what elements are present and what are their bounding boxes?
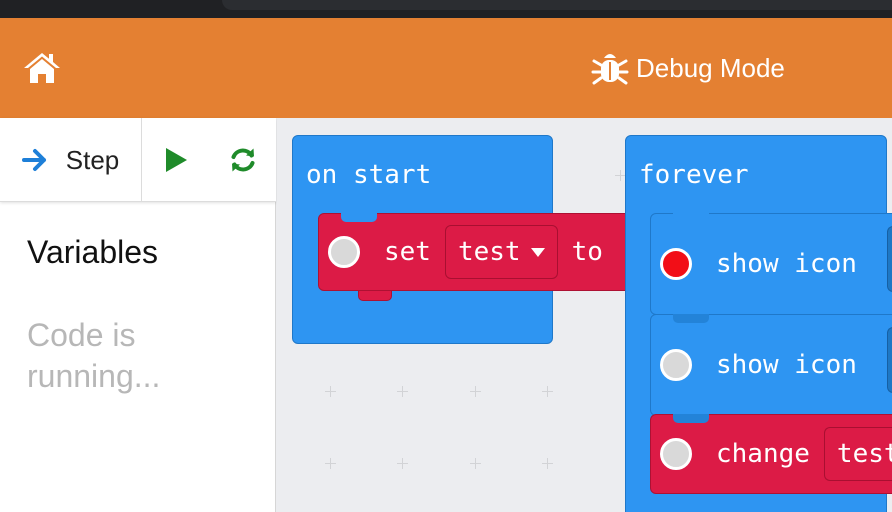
running-status: Code is running... — [27, 317, 161, 394]
browser-tab-edge — [222, 0, 892, 10]
arrow-right-icon — [21, 149, 46, 171]
grid-mark — [470, 386, 481, 397]
grid-mark — [397, 386, 408, 397]
browser-top-strip — [0, 0, 892, 18]
bug-icon — [590, 48, 630, 88]
grid-mark — [470, 458, 481, 469]
home-icon — [24, 53, 60, 83]
debugger-toolbar: Step — [0, 118, 276, 202]
breakpoint-toggle[interactable] — [328, 236, 360, 268]
variable-dropdown[interactable]: test — [823, 427, 892, 481]
change-variable-block[interactable]: change test — [650, 414, 892, 494]
show-icon-block[interactable]: show icon — [650, 314, 892, 416]
breakpoint-toggle[interactable] — [660, 349, 692, 381]
show-icon-label: show icon — [716, 350, 857, 380]
show-icon-label: show icon — [716, 249, 857, 279]
breakpoint-toggle-active[interactable] — [660, 248, 692, 280]
restart-button[interactable] — [209, 118, 276, 202]
refresh-icon — [231, 148, 254, 172]
forever-label: forever — [639, 160, 749, 190]
debug-mode-label: Debug Mode — [636, 52, 785, 83]
led-icon-picker[interactable] — [887, 327, 892, 393]
variable-name: test — [457, 237, 521, 267]
step-button[interactable]: Step — [0, 118, 142, 202]
block-notch — [673, 414, 709, 423]
change-keyword: change — [716, 439, 810, 469]
play-icon — [165, 148, 187, 172]
grid-mark — [542, 458, 553, 469]
home-button[interactable] — [20, 48, 64, 88]
set-keyword: set — [384, 237, 431, 267]
block-notch — [673, 213, 709, 222]
block-notch — [341, 213, 377, 222]
grid-mark — [325, 386, 336, 397]
on-start-label: on start — [306, 160, 432, 190]
grid-mark — [325, 458, 336, 469]
play-button[interactable] — [142, 118, 209, 202]
variable-name: test — [836, 439, 892, 469]
header-bar: Debug Mode — [0, 18, 892, 118]
breakpoint-toggle[interactable] — [660, 438, 692, 470]
variable-dropdown[interactable]: test — [444, 225, 558, 279]
grid-mark — [542, 386, 553, 397]
block-connector — [358, 291, 392, 301]
led-icon-picker[interactable] — [887, 226, 892, 292]
grid-mark — [397, 458, 408, 469]
variables-title: Variables — [27, 234, 159, 270]
show-icon-block[interactable]: show icon — [650, 213, 892, 315]
debugger-panel: Step Variables Code is running... — [0, 118, 276, 512]
blocks-workspace[interactable]: on start set test to forever show icon s… — [277, 118, 892, 512]
step-label: Step — [65, 144, 120, 175]
block-notch — [673, 314, 709, 323]
to-keyword: to — [571, 237, 603, 267]
debug-mode-title: Debug Mode — [590, 46, 785, 90]
set-variable-block[interactable]: set test to — [318, 213, 638, 291]
caret-down-icon — [530, 247, 545, 257]
